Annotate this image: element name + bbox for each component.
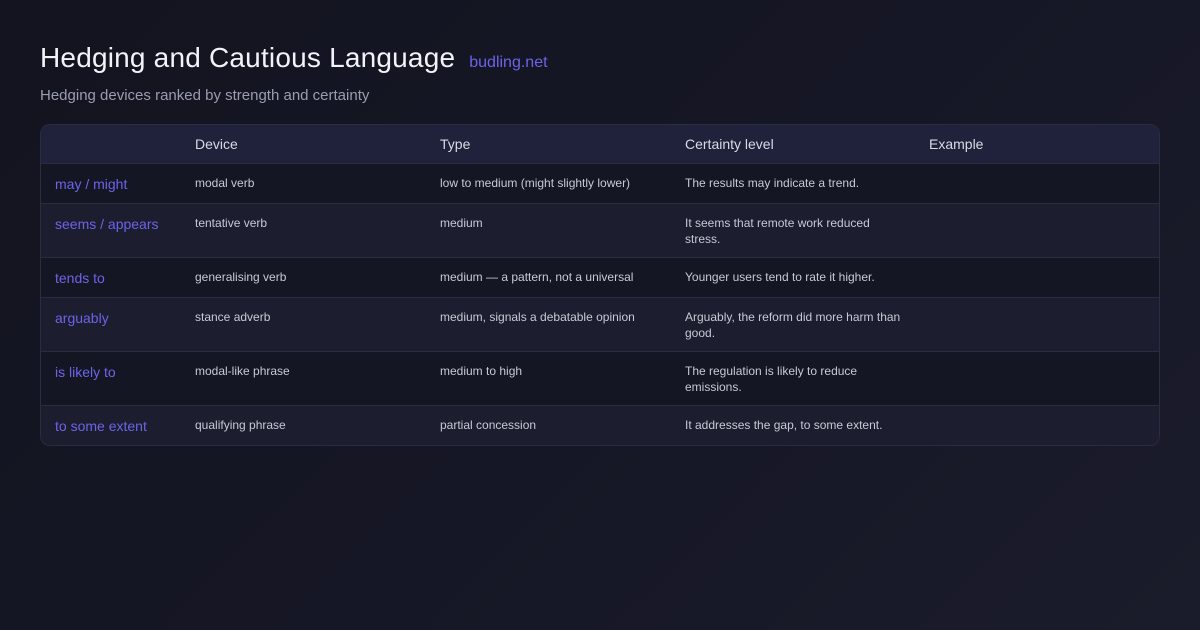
site-link[interactable]: budling.net (469, 54, 547, 72)
cell-type: medium, signals a debatable opinion (426, 297, 671, 352)
table-row: arguably stance adverb medium, signals a… (41, 297, 1159, 352)
table-row: is likely to modal-like phrase medium to… (41, 351, 1159, 406)
table-row: seems / appears tentative verb medium It… (41, 203, 1159, 258)
table-header-row: Device Type Certainty level Example (41, 125, 1159, 164)
row-label: is likely to (41, 351, 181, 406)
cell-certainty: The results may indicate a trend. (671, 163, 915, 204)
cell-example (915, 203, 1159, 258)
hedging-table: Device Type Certainty level Example may … (41, 125, 1159, 445)
cell-certainty: Arguably, the reform did more harm than … (671, 297, 915, 352)
cell-example (915, 405, 1159, 445)
cell-type: partial concession (440, 417, 537, 432)
row-label: tends to (41, 257, 181, 298)
cell-certainty: Younger users tend to rate it higher. (671, 257, 915, 298)
cell-example (915, 351, 1159, 406)
row-label: may / might (41, 163, 181, 204)
row-label: to some extent (55, 417, 147, 434)
title-row: Hedging and Cautious Language budling.ne… (40, 40, 1160, 76)
cell-example (915, 163, 1159, 204)
cell-device: modal-like phrase (181, 351, 426, 406)
cell-example (915, 297, 1159, 352)
row-label: arguably (41, 297, 181, 352)
cell-type: medium (426, 203, 671, 258)
cell-device: generalising verb (181, 257, 426, 298)
cell-certainty: It seems that remote work reduced stress… (671, 203, 915, 258)
page-title: Hedging and Cautious Language (40, 42, 456, 73)
cell-type: low to medium (might slightly lower) (426, 163, 671, 204)
column-header-certainty: Certainty level (671, 125, 915, 164)
column-header-device: Device (181, 125, 426, 164)
hedging-table-card: Device Type Certainty level Example may … (40, 124, 1160, 446)
page-header: Hedging and Cautious Language budling.ne… (40, 40, 1160, 106)
page-subtitle: Hedging devices ranked by strength and c… (40, 87, 370, 104)
table-row: may / might modal verb low to medium (mi… (41, 163, 1159, 204)
cell-certainty: The regulation is likely to reduce emiss… (671, 351, 915, 406)
row-label: seems / appears (41, 203, 181, 258)
table-row: to some extent qualifying phrase partial… (41, 405, 1159, 445)
table-row: tends to generalising verb medium — a pa… (41, 257, 1159, 298)
cell-certainty: It addresses the gap, to some extent. (685, 417, 883, 432)
cell-example (915, 257, 1159, 298)
column-header-type: Type (426, 125, 671, 164)
cell-device: tentative verb (181, 203, 426, 258)
cell-device: qualifying phrase (195, 417, 286, 432)
cell-device: modal verb (181, 163, 426, 204)
cell-device: stance adverb (181, 297, 426, 352)
cell-type: medium to high (426, 351, 671, 406)
column-header-label (41, 125, 181, 164)
column-header-example: Example (915, 125, 1159, 164)
cell-type: medium — a pattern, not a universal (426, 257, 671, 298)
